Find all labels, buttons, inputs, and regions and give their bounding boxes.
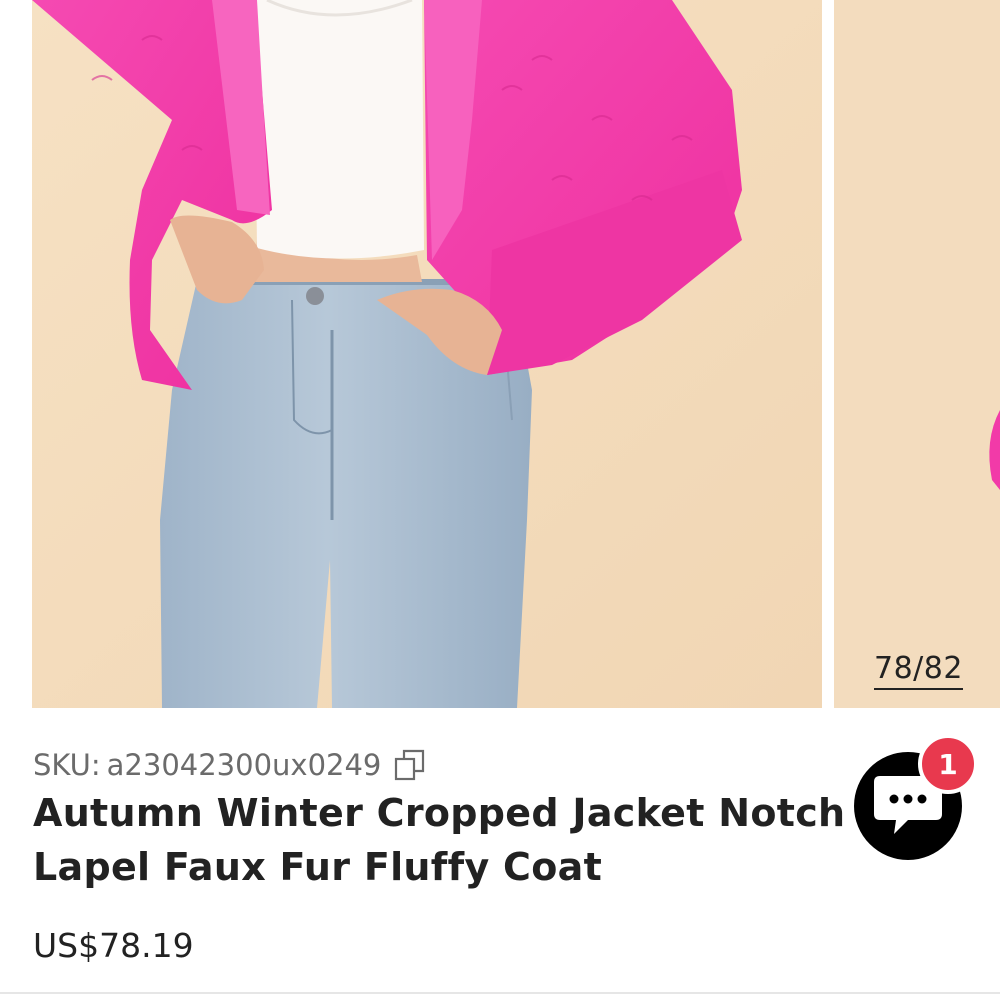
- product-image-current[interactable]: [32, 0, 822, 708]
- next-product-photo: [834, 0, 1000, 708]
- divider: [0, 992, 1000, 994]
- product-title-line-1: Autumn Winter Cropped Jacket Notch: [33, 791, 846, 835]
- sku-label: SKU:: [33, 748, 101, 782]
- product-page: 78/82 SKU: a23042300ux0249 Autumn Winter…: [0, 0, 1000, 1000]
- product-image-next[interactable]: [834, 0, 1000, 708]
- sku-value: a23042300ux0249: [106, 748, 382, 782]
- chat-notification-badge: 1: [918, 734, 978, 794]
- product-price: US$78.19: [33, 926, 194, 965]
- product-title-line-2: Lapel Faux Fur Fluffy Coat: [33, 845, 603, 889]
- image-counter: 78/82: [874, 650, 963, 690]
- copy-icon[interactable]: [393, 748, 427, 782]
- product-title: Autumn Winter Cropped Jacket Notch Lapel…: [33, 786, 993, 894]
- product-image-gallery[interactable]: 78/82: [0, 0, 1000, 710]
- product-photo: [32, 0, 822, 708]
- sku-row: SKU: a23042300ux0249: [33, 745, 427, 785]
